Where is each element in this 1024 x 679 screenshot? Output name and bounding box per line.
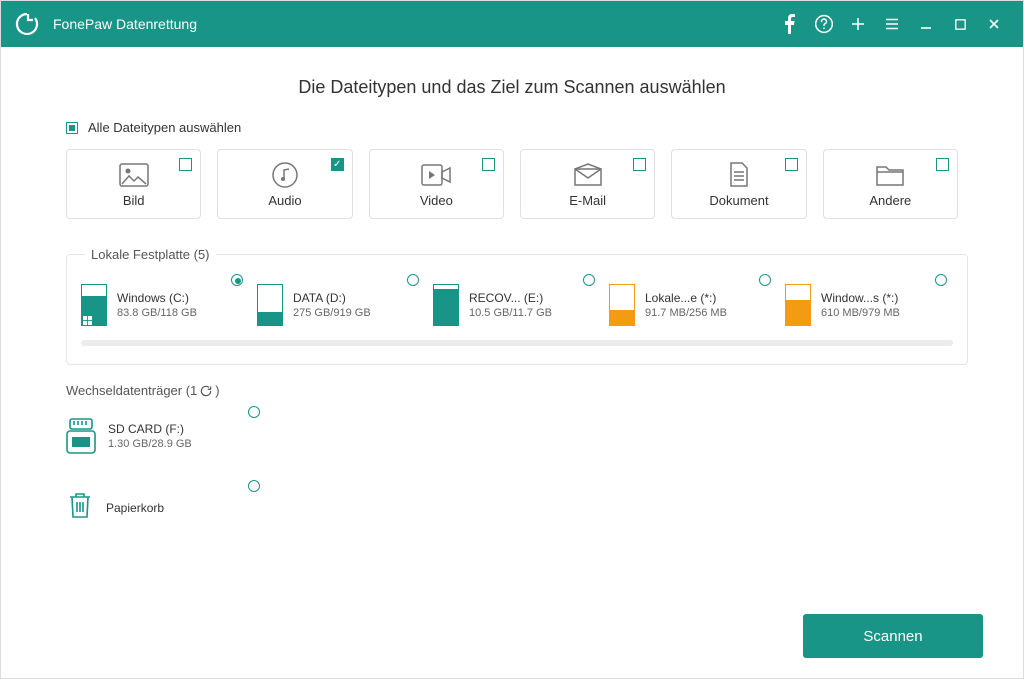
- checkbox-checked-icon: [331, 158, 344, 171]
- removable-legend-row: Wechseldatenträger (1 ): [66, 383, 958, 398]
- checkbox-icon: [633, 158, 646, 171]
- radio-icon: [935, 274, 947, 286]
- drive-size: 91.7 MB/256 MB: [645, 307, 727, 319]
- radio-icon: [407, 274, 419, 286]
- menu-icon[interactable]: [875, 1, 909, 47]
- drive-c[interactable]: Windows (C:) 83.8 GB/118 GB: [81, 284, 249, 326]
- filetype-other[interactable]: Andere: [823, 149, 958, 219]
- local-disk-group: Lokale Festplatte (5) Windows (C:) 83.8 …: [66, 247, 968, 365]
- drive-icon: [81, 284, 107, 326]
- sdcard-icon: [66, 416, 96, 456]
- horizontal-scrollbar[interactable]: [81, 340, 953, 346]
- page-heading: Die Dateitypen und das Ziel zum Scannen …: [66, 77, 958, 98]
- windows-icon: [82, 315, 92, 325]
- main-content: Die Dateitypen und das Ziel zum Scannen …: [1, 47, 1023, 614]
- drive-row: Windows (C:) 83.8 GB/118 GB DATA (D:) 27…: [81, 284, 953, 326]
- filetype-video[interactable]: Video: [369, 149, 504, 219]
- app-logo-icon: [13, 10, 41, 38]
- checkbox-icon: [936, 158, 949, 171]
- drive-e[interactable]: RECOV... (E:) 10.5 GB/11.7 GB: [433, 284, 601, 326]
- checkbox-partial-icon: [66, 122, 78, 134]
- drive-size: 83.8 GB/118 GB: [117, 307, 197, 319]
- filetype-label: Audio: [268, 193, 301, 208]
- filetype-email[interactable]: E-Mail: [520, 149, 655, 219]
- drive-name: Windows (C:): [117, 291, 197, 305]
- local-disk-legend: Lokale Festplatte (5): [85, 247, 216, 262]
- filetype-image[interactable]: Bild: [66, 149, 201, 219]
- audio-icon: [272, 161, 298, 189]
- filetype-label: Dokument: [709, 193, 768, 208]
- folder-icon: [875, 161, 905, 189]
- drive-sdcard[interactable]: SD CARD (F:) 1.30 GB/28.9 GB: [66, 416, 266, 456]
- drive-icon: [785, 284, 811, 326]
- select-all-label: Alle Dateitypen auswählen: [88, 120, 241, 135]
- drive-size: 610 MB/979 MB: [821, 307, 900, 319]
- email-icon: [573, 161, 603, 189]
- video-icon: [421, 161, 451, 189]
- removable-group: Wechseldatenträger (1 ) SD CARD (F:) 1.3…: [66, 383, 958, 456]
- radio-icon: [248, 480, 260, 492]
- drive-name: Window...s (*:): [821, 291, 900, 305]
- trash-icon: [66, 490, 94, 525]
- drive-name: DATA (D:): [293, 291, 371, 305]
- drive-name: Lokale...e (*:): [645, 291, 727, 305]
- select-all-checkbox[interactable]: Alle Dateitypen auswählen: [66, 120, 958, 135]
- document-icon: [728, 161, 750, 189]
- paren-close: ): [215, 383, 219, 398]
- drive-icon: [257, 284, 283, 326]
- plus-icon[interactable]: [841, 1, 875, 47]
- removable-legend: Wechseldatenträger (1: [66, 383, 197, 398]
- radio-icon: [583, 274, 595, 286]
- drive-size: 1.30 GB/28.9 GB: [108, 438, 192, 450]
- drive-icon: [433, 284, 459, 326]
- footer: Scannen: [1, 614, 1023, 678]
- checkbox-icon: [179, 158, 192, 171]
- close-button[interactable]: [977, 1, 1011, 47]
- filetype-document[interactable]: Dokument: [671, 149, 806, 219]
- drive-d[interactable]: DATA (D:) 275 GB/919 GB: [257, 284, 425, 326]
- filetype-row: Bild Audio Video E-Mail Dokument: [66, 149, 958, 219]
- drive-size: 10.5 GB/11.7 GB: [469, 307, 552, 319]
- radio-icon: [248, 406, 260, 418]
- drive-name: RECOV... (E:): [469, 291, 552, 305]
- filetype-label: E-Mail: [569, 193, 606, 208]
- drive-name: SD CARD (F:): [108, 422, 192, 436]
- checkbox-icon: [482, 158, 495, 171]
- drive-size: 275 GB/919 GB: [293, 307, 371, 319]
- recycle-bin[interactable]: Papierkorb: [66, 490, 266, 525]
- titlebar: FonePaw Datenrettung: [1, 1, 1023, 47]
- drive-windows-star[interactable]: Window...s (*:) 610 MB/979 MB: [785, 284, 953, 326]
- facebook-icon[interactable]: [773, 1, 807, 47]
- radio-selected-icon: [231, 274, 243, 286]
- drive-icon: [609, 284, 635, 326]
- filetype-audio[interactable]: Audio: [217, 149, 352, 219]
- drive-local-star[interactable]: Lokale...e (*:) 91.7 MB/256 MB: [609, 284, 777, 326]
- app-window: FonePaw Datenrettung Die Dateitypen und …: [0, 0, 1024, 679]
- minimize-button[interactable]: [909, 1, 943, 47]
- app-title: FonePaw Datenrettung: [53, 16, 197, 32]
- help-icon[interactable]: [807, 1, 841, 47]
- recycle-label: Papierkorb: [106, 501, 164, 515]
- filetype-label: Andere: [869, 193, 911, 208]
- scan-button[interactable]: Scannen: [803, 614, 983, 658]
- radio-icon: [759, 274, 771, 286]
- image-icon: [119, 161, 149, 189]
- filetype-label: Bild: [123, 193, 145, 208]
- filetype-label: Video: [420, 193, 453, 208]
- maximize-button[interactable]: [943, 1, 977, 47]
- refresh-icon[interactable]: [199, 384, 213, 398]
- checkbox-icon: [785, 158, 798, 171]
